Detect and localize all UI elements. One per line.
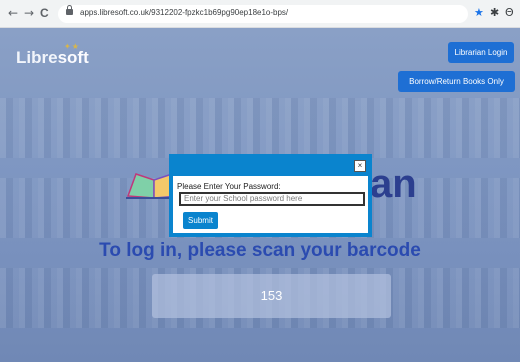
site-heading: an [370, 162, 417, 206]
borrow-return-button[interactable]: Borrow/Return Books Only [398, 71, 515, 92]
password-input[interactable]: Enter your School password here [179, 192, 365, 206]
profile-icon[interactable]: Θ [505, 6, 514, 20]
bookshelf-background [0, 98, 520, 158]
password-label: Please Enter Your Password: [177, 182, 281, 191]
libresoft-logo: Libresoft [16, 48, 89, 67]
submit-button[interactable]: Submit [183, 212, 218, 229]
url-text: apps.libresoft.co.uk/9312202-fpzkc1b69pg… [80, 8, 289, 17]
bookmark-star-icon[interactable]: ★ [474, 6, 484, 20]
forward-icon[interactable]: → [24, 6, 34, 20]
extensions-icon[interactable]: ✱ [490, 6, 499, 20]
address-bar[interactable]: apps.libresoft.co.uk/9312202-fpzkc1b69pg… [58, 5, 468, 23]
barcode-input[interactable]: 153 [152, 274, 391, 318]
librarian-login-button[interactable]: Librarian Login [448, 42, 514, 63]
logo-stars-icon: ✦★ [64, 42, 80, 51]
close-icon[interactable]: × [354, 160, 366, 172]
browser-toolbar: ← → C apps.libresoft.co.uk/9312202-fpzkc… [0, 0, 520, 28]
lock-icon [66, 5, 73, 15]
login-page: Libresoft ✦★ Librarian Login Borrow/Retu… [0, 28, 520, 362]
dialog-header: × [173, 154, 368, 176]
scan-prompt: To log in, please scan your barcode [99, 240, 421, 261]
reload-icon[interactable]: C [40, 6, 49, 20]
back-icon[interactable]: ← [8, 6, 18, 20]
password-dialog: × Please Enter Your Password: Enter your… [169, 154, 372, 237]
